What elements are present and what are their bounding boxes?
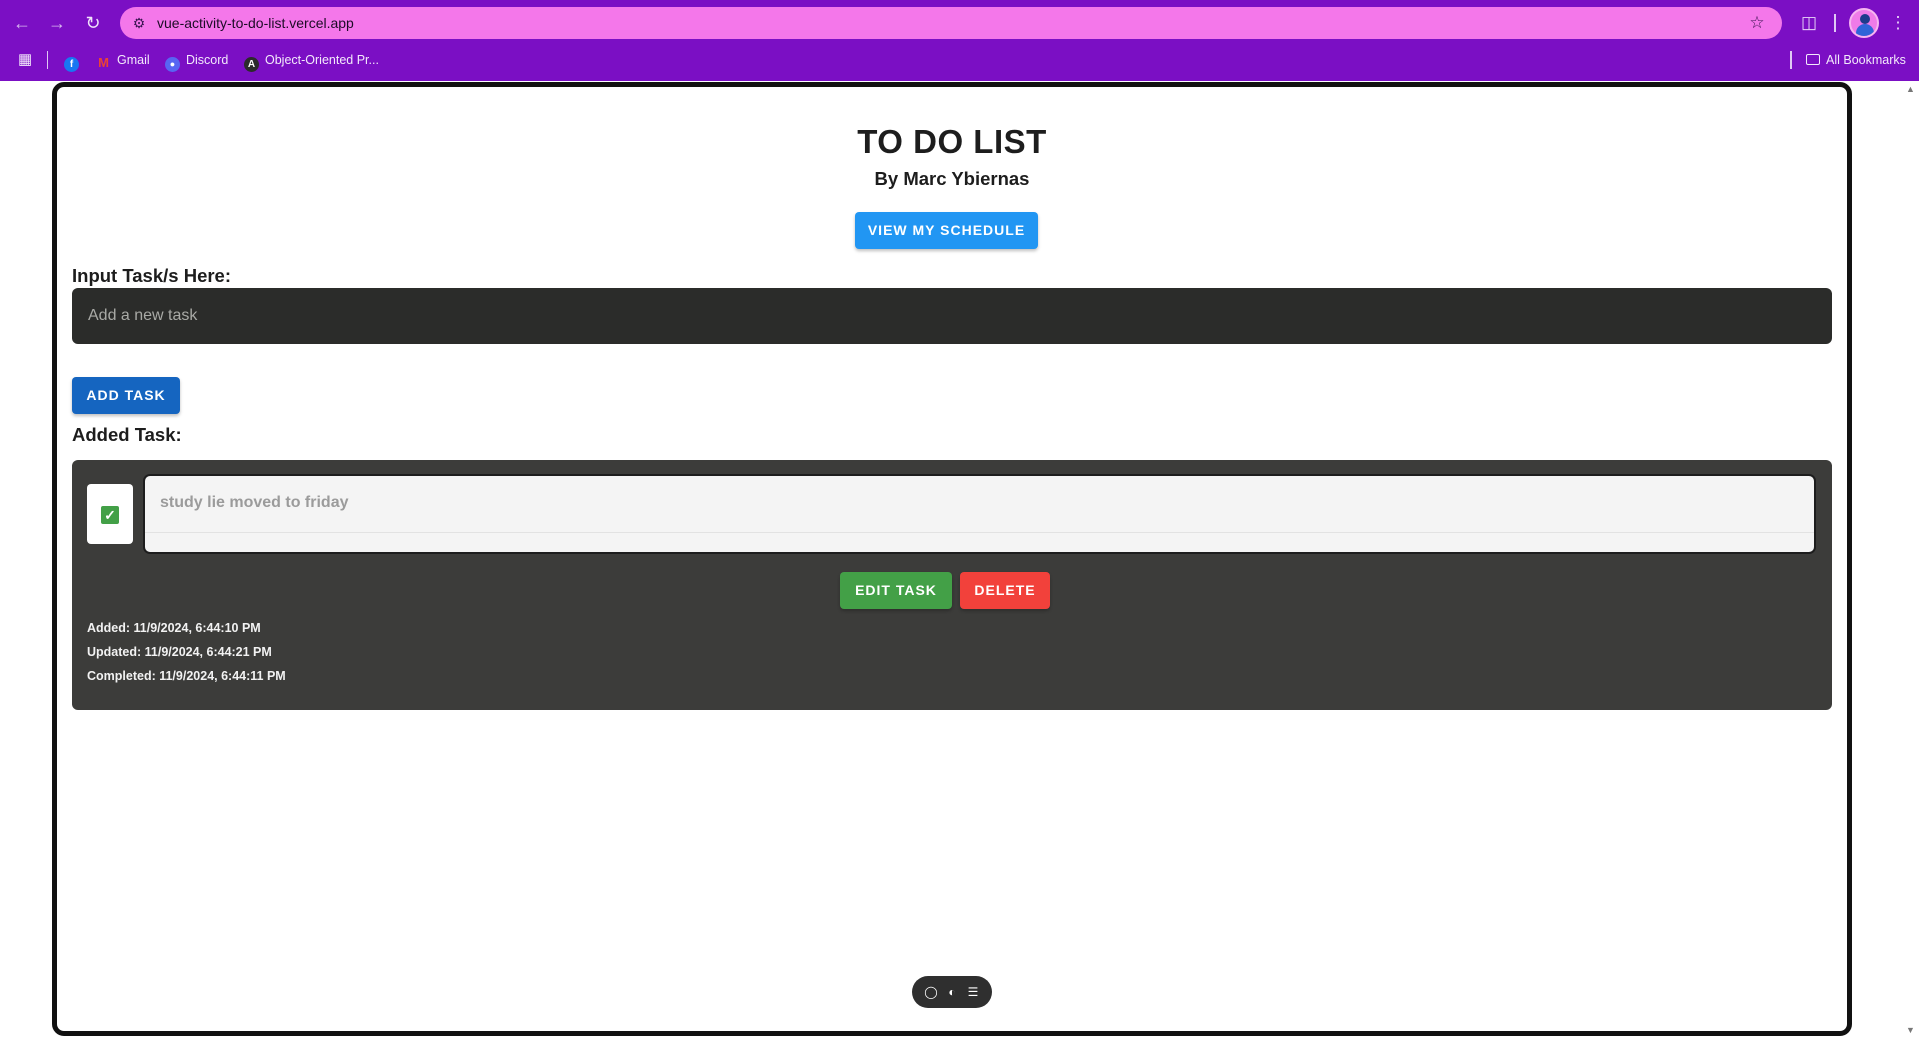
task-text-field[interactable]: study lie moved to friday [143,474,1816,554]
bookmark-label: Discord [186,53,229,67]
view-schedule-button[interactable]: VIEW MY SCHEDULE [855,212,1038,249]
bookmark-discord[interactable]: ● Discord [165,47,228,73]
profile-avatar[interactable] [1849,8,1879,38]
task-updated-timestamp: Updated: 11/9/2024, 6:44:21 PM [87,645,272,659]
task-card: ✓ study lie moved to friday EDIT TASK DE… [72,460,1832,710]
task-text-underline [145,532,1814,533]
scroll-down-icon[interactable]: ▼ [1906,1025,1915,1035]
forward-icon[interactable]: → [45,11,69,35]
edit-task-button[interactable]: EDIT TASK [840,572,952,609]
comment-icon[interactable]: ◯ [922,983,940,1001]
add-task-button[interactable]: ADD TASK [72,377,180,414]
todo-app-container: TO DO LIST By Marc Ybiernas VIEW MY SCHE… [52,82,1852,1036]
facebook-icon: f [64,57,79,72]
bookmark-label: Gmail [117,53,150,67]
floating-toolbar: ◯ ◐ ☰ [912,976,992,1008]
bookmark-object-oriented[interactable]: A Object-Oriented Pr... [244,47,379,73]
back-icon[interactable]: ← [10,11,34,35]
bookmark-facebook[interactable]: f [64,47,85,73]
bookmarks-bar: ▦ f M Gmail ● Discord A Object-Oriented Pr.… [0,47,1919,75]
reload-icon[interactable]: ↻ [81,11,105,35]
page-title: TO DO LIST [857,123,1047,160]
bookmark-label: Object-Oriented Pr... [265,53,379,67]
discord-icon: ● [165,57,180,72]
browser-toolbar: ← → ↻ ⚙ vue-activity-to-do-list.vercel.a… [0,0,1919,45]
list-settings-icon[interactable]: ☰ [964,983,982,1001]
bookmark-gmail[interactable]: M Gmail [96,47,150,73]
toggle-icon[interactable]: ◐ [943,983,961,1001]
angular-icon: A [244,57,259,72]
delete-task-button[interactable]: DELETE [960,572,1050,609]
extensions-icon[interactable]: ◫ [1796,10,1822,36]
added-task-label: Added Task: [72,424,182,445]
apps-grid-icon[interactable]: ▦ [18,47,32,73]
bookmarks-divider [47,51,48,69]
browser-chrome: ← → ↻ ⚙ vue-activity-to-do-list.vercel.a… [0,0,1919,81]
task-added-timestamp: Added: 11/9/2024, 6:44:10 PM [87,621,261,635]
page-subtitle: By Marc Ybiernas [874,168,1030,189]
bookmarks-divider [1790,51,1792,69]
new-task-input[interactable]: Add a new task [72,288,1832,344]
gmail-icon: M [98,55,109,70]
all-bookmarks-label: All Bookmarks [1826,53,1906,67]
all-bookmarks[interactable]: All Bookmarks [1806,47,1906,73]
task-complete-checkbox[interactable]: ✓ [101,506,119,524]
bookmark-star-icon[interactable]: ☆ [1746,12,1768,34]
input-label: Input Task/s Here: [72,265,232,286]
menu-icon[interactable]: ⋮ [1888,10,1908,36]
scroll-up-icon[interactable]: ▲ [1906,84,1915,94]
task-completed-timestamp: Completed: 11/9/2024, 6:44:11 PM [87,669,286,683]
task-text: study lie moved to friday [160,494,349,511]
task-checkbox-wrapper: ✓ [87,484,133,544]
new-task-placeholder: Add a new task [88,307,198,324]
folder-icon [1806,54,1820,65]
site-settings-icon[interactable]: ⚙ [130,14,148,32]
url-text[interactable]: vue-activity-to-do-list.vercel.app [157,7,354,39]
toolbar-divider [1834,14,1836,32]
address-bar[interactable]: ⚙ vue-activity-to-do-list.vercel.app ☆ [120,7,1782,39]
